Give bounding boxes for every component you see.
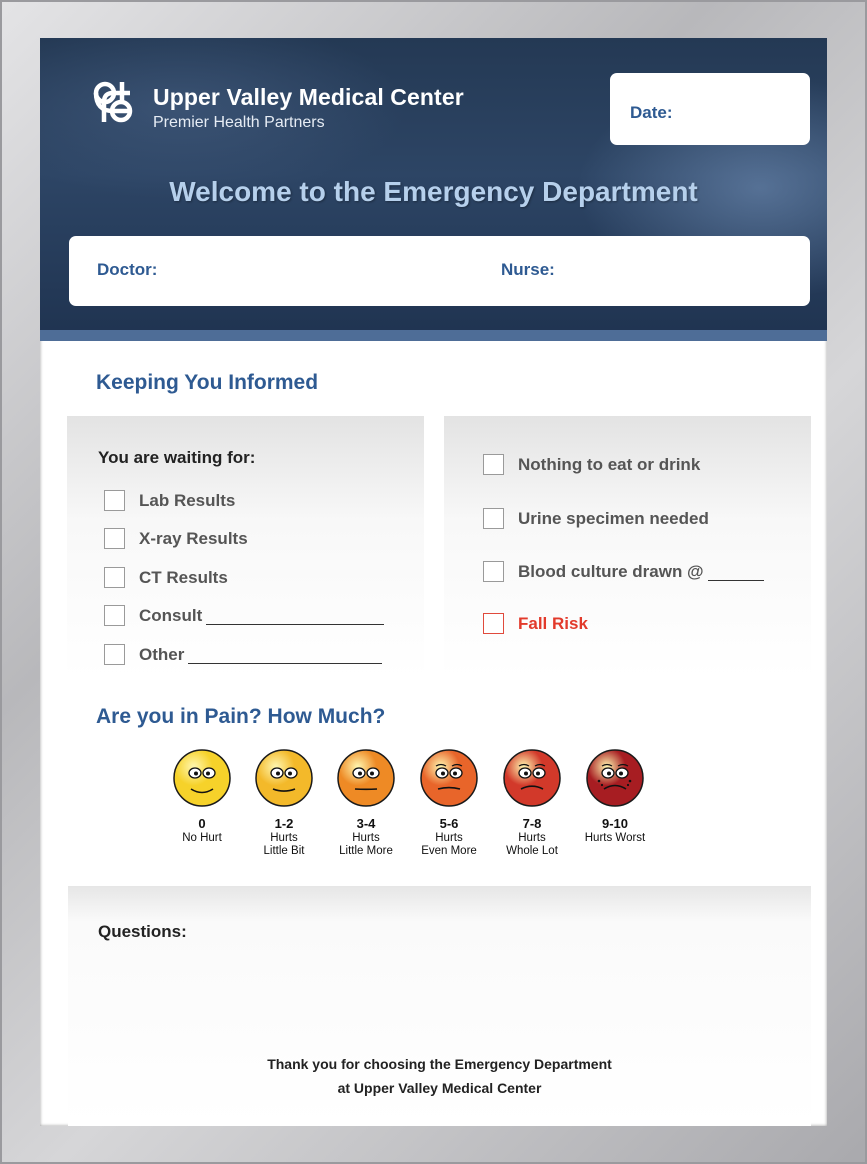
checkbox-consult[interactable]: Consult xyxy=(104,605,385,626)
checkbox[interactable] xyxy=(104,490,125,511)
checkbox-urine-specimen[interactable]: Urine specimen needed xyxy=(483,508,709,529)
checkbox-fall-risk[interactable]: Fall Risk xyxy=(483,613,588,634)
pain-face-icon-5-6 xyxy=(420,749,478,807)
pain-face-icon-7-8 xyxy=(503,749,561,807)
checkbox-lab-results[interactable]: Lab Results xyxy=(104,490,235,511)
consult-blank-line[interactable] xyxy=(206,606,385,625)
informed-section-title: Keeping You Informed xyxy=(96,371,319,394)
checkbox-label: Nothing to eat or drink xyxy=(518,454,701,474)
checkbox[interactable] xyxy=(483,454,504,475)
checkbox[interactable] xyxy=(104,605,125,626)
org-subtitle: Premier Health Partners xyxy=(153,114,325,131)
pain-section-title: Are you in Pain? How Much? xyxy=(96,705,386,728)
waiting-title: You are waiting for: xyxy=(98,448,256,467)
checkbox-nothing-to-eat[interactable]: Nothing to eat or drink xyxy=(483,454,700,475)
welcome-heading: Welcome to the Emergency Department xyxy=(169,176,698,207)
checkbox[interactable] xyxy=(483,508,504,529)
checkbox-label: Other xyxy=(139,644,185,664)
pain-level-desc-line2: Whole Lot xyxy=(506,845,558,857)
checkbox[interactable] xyxy=(104,528,125,549)
thanks-line-2: at Upper Valley Medical Center xyxy=(337,1080,542,1096)
checkbox[interactable] xyxy=(104,567,125,588)
questions-label: Questions: xyxy=(98,922,187,941)
header-divider xyxy=(40,330,827,341)
pain-face-icon-1-2 xyxy=(255,749,313,807)
checkbox-label: Fall Risk xyxy=(518,613,588,633)
checkbox-ct-results[interactable]: CT Results xyxy=(104,567,228,588)
staff-field[interactable]: Doctor: Nurse: xyxy=(69,236,810,306)
checkbox-other[interactable]: Other xyxy=(104,644,383,665)
checkbox[interactable] xyxy=(483,613,504,634)
checkbox[interactable] xyxy=(483,561,504,582)
pain-face-icon-0 xyxy=(173,749,231,807)
nurse-label: Nurse: xyxy=(501,260,555,279)
doctor-label: Doctor: xyxy=(97,260,158,279)
checkbox-label: Urine specimen needed xyxy=(518,508,709,528)
date-field[interactable]: Date: xyxy=(610,73,810,145)
checkbox-label: X-ray Results xyxy=(139,528,248,548)
checkbox-xray-results[interactable]: X-ray Results xyxy=(104,528,248,549)
thanks-line-1: Thank you for choosing the Emergency Dep… xyxy=(267,1056,612,1072)
blood-culture-time-line[interactable] xyxy=(707,562,764,581)
pain-level-number: 9-10 xyxy=(601,816,629,831)
checkbox[interactable] xyxy=(104,644,125,665)
checkbox-label: Consult xyxy=(139,605,203,625)
whiteboard: Upper Valley Medical Center Premier Heal… xyxy=(40,38,827,1126)
checkbox-blood-culture[interactable]: Blood culture drawn @ xyxy=(483,561,764,582)
org-name: Upper Valley Medical Center xyxy=(153,84,464,110)
pain-face-icon-3-4 xyxy=(337,749,395,807)
other-blank-line[interactable] xyxy=(188,645,383,664)
checkbox-label: Lab Results xyxy=(139,490,236,510)
checkbox-label: Blood culture drawn @ xyxy=(518,561,704,581)
cross-logo-icon xyxy=(93,81,133,123)
date-label: Date: xyxy=(630,103,673,122)
header-banner: Upper Valley Medical Center Premier Heal… xyxy=(40,38,827,341)
pain-level-desc-line1: Hurts Worst xyxy=(584,832,646,844)
questions-panel[interactable]: Questions: Thank you for choosing the Em… xyxy=(68,886,811,1126)
pain-face-icon-9-10 xyxy=(586,749,644,807)
checkbox-label: CT Results xyxy=(139,567,228,587)
